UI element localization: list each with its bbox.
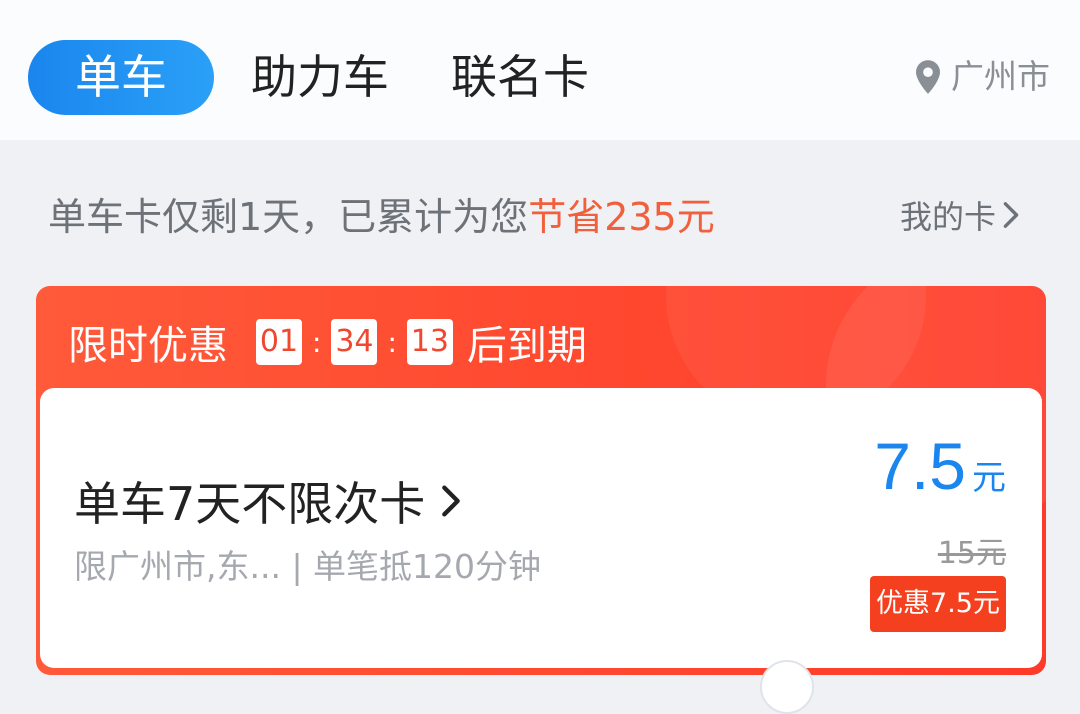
promo-label: 限时优惠: [68, 323, 228, 369]
my-cards-link[interactable]: 我的卡: [900, 192, 1020, 238]
tab-e-bike[interactable]: 助力车: [250, 40, 390, 115]
price-unit: 元: [972, 458, 1006, 498]
savings-notice: 单车卡仅剩1天，已累计为您节省235元: [48, 186, 715, 241]
tab-bike[interactable]: 单车: [28, 40, 214, 115]
card-title[interactable]: 单车7天不限次卡: [74, 468, 461, 534]
offer-card[interactable]: 单车7天不限次卡 限广州市,东... | 单笔抵120分钟 7.5 元 15元 优…: [40, 388, 1042, 668]
limited-offer-panel: 限时优惠 01 : 34 : 13 后到期 单车7天不限次卡 限广州市,东...…: [36, 286, 1046, 675]
countdown-minutes: 34: [331, 319, 378, 365]
city-selector[interactable]: 广州市: [913, 54, 1050, 100]
top-nav: 单车 助力车 联名卡 广州市: [0, 0, 1080, 140]
countdown-separator: :: [312, 325, 322, 359]
location-pin-icon: [916, 60, 940, 94]
countdown-header: 限时优惠 01 : 34 : 13 后到期: [68, 316, 587, 369]
discount-badge: 优惠7.5元: [870, 576, 1006, 632]
city-label: 广州市: [951, 57, 1050, 96]
original-price: 15元: [937, 536, 1006, 571]
countdown-separator: :: [387, 325, 397, 359]
countdown-hours: 01: [256, 319, 302, 365]
floating-button[interactable]: [760, 660, 814, 714]
notice-text: 单车卡仅剩1天，已累计为您: [48, 195, 529, 239]
savings-amount: 节省235元: [528, 195, 715, 239]
countdown-suffix: 后到期: [466, 323, 587, 369]
card-title-text: 单车7天不限次卡: [74, 477, 426, 531]
tab-co-branded-card[interactable]: 联名卡: [450, 40, 590, 115]
chevron-right-icon: [442, 485, 461, 517]
countdown-seconds: 13: [406, 319, 453, 365]
card-subtitle: 限广州市,东... | 单笔抵120分钟: [74, 547, 542, 586]
chevron-right-icon: [1003, 202, 1019, 228]
card-price: 7.5 元: [874, 428, 1006, 504]
price-value: 7.5: [874, 429, 966, 503]
my-cards-label: 我的卡: [899, 198, 996, 236]
